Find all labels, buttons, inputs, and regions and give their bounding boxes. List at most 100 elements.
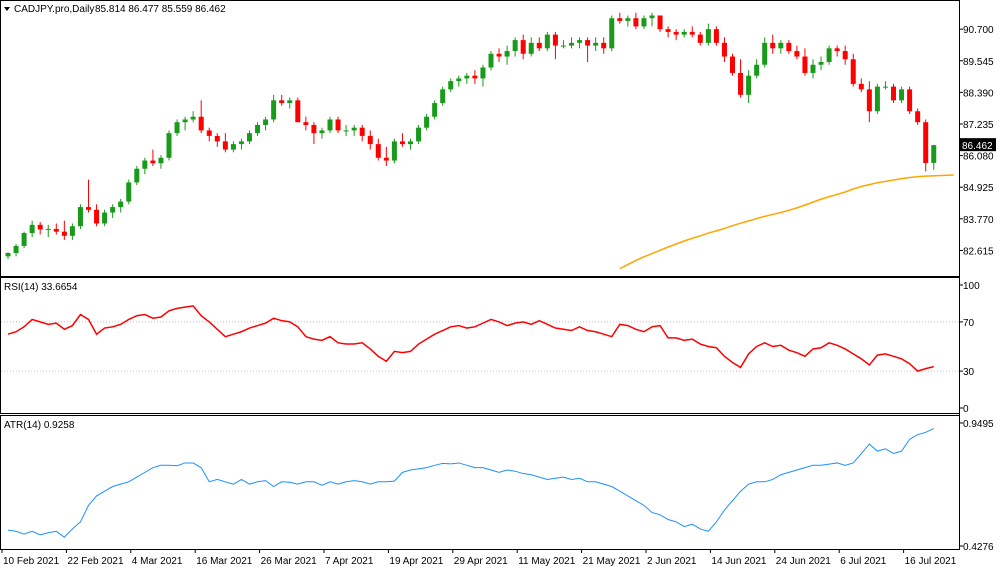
candle xyxy=(882,81,888,90)
candle-body xyxy=(601,42,607,49)
candle-body xyxy=(440,89,446,104)
candle-body xyxy=(424,116,430,128)
candle-body xyxy=(633,18,639,27)
candle-body xyxy=(810,64,816,73)
candle xyxy=(617,12,623,24)
candle xyxy=(850,53,856,87)
candle-body xyxy=(907,89,913,112)
candle-body xyxy=(681,31,687,35)
candle xyxy=(327,116,333,134)
candle xyxy=(472,70,478,84)
candle xyxy=(432,100,438,120)
time-tick-label: 22 Feb 2021 xyxy=(67,556,124,567)
current-price-marker: 86.462 xyxy=(960,138,996,152)
candle-body xyxy=(552,34,558,46)
chart-canvas[interactable]: CADJPY.pro,Daily 85.814 86.477 85.559 86… xyxy=(0,0,1000,569)
candle xyxy=(351,124,357,136)
candle-body xyxy=(577,40,583,43)
candle xyxy=(552,31,558,60)
candle-body xyxy=(118,201,124,208)
candle-body xyxy=(214,135,220,142)
candle-body xyxy=(802,56,808,73)
candle-body xyxy=(206,130,212,136)
candle xyxy=(874,83,880,114)
candle xyxy=(915,108,921,125)
candle-body xyxy=(134,168,140,183)
atr-axis-ticks: 0.9495 0.4276 xyxy=(959,419,994,553)
candle-body xyxy=(319,130,325,134)
candle-body xyxy=(818,62,824,65)
candle-body xyxy=(230,144,236,150)
candle-body xyxy=(77,207,83,227)
candle-body xyxy=(238,141,244,145)
price-tick-label: 83.770 xyxy=(963,215,994,226)
candle xyxy=(69,223,75,240)
candle-body xyxy=(923,122,929,163)
candle xyxy=(609,15,615,52)
price-tick-label: 88.390 xyxy=(963,88,994,99)
candle-body xyxy=(560,45,566,47)
candle xyxy=(247,130,252,145)
candle-body xyxy=(279,100,285,104)
candle xyxy=(391,138,397,164)
candle-body xyxy=(480,67,486,79)
candle-body xyxy=(126,182,132,202)
candle xyxy=(375,138,381,161)
candle-body xyxy=(166,133,172,158)
candle-body xyxy=(762,42,768,65)
candle xyxy=(585,37,591,62)
candle-body xyxy=(866,89,872,112)
candle xyxy=(182,116,188,131)
rsi-tick-label: 30 xyxy=(963,367,975,378)
candle xyxy=(359,124,365,142)
candle xyxy=(142,157,148,175)
rsi-tick-label: 100 xyxy=(963,281,980,292)
candle xyxy=(786,40,792,54)
candle-body xyxy=(45,228,51,230)
candle-body xyxy=(713,29,719,43)
candle-body xyxy=(182,119,188,123)
candle-body xyxy=(738,72,744,95)
rsi-tick-label: 0 xyxy=(963,404,969,415)
candle xyxy=(21,231,27,249)
candle xyxy=(593,37,599,52)
candle xyxy=(577,37,583,49)
candle xyxy=(657,15,663,32)
candle xyxy=(907,86,913,114)
symbol-label: CADJPY.pro,Daily xyxy=(14,4,94,15)
chart-window: CADJPY.pro,Daily 85.814 86.477 85.559 86… xyxy=(0,0,1000,569)
candle xyxy=(158,155,164,169)
rsi-axis-ticks: 100 70 30 0 xyxy=(1,281,980,415)
candle-body xyxy=(826,48,832,62)
candle-body xyxy=(625,18,631,21)
atr-title: ATR(14) 0.9258 xyxy=(4,420,75,431)
candle xyxy=(754,59,760,79)
time-tick-label: 24 Jun 2021 xyxy=(776,556,831,567)
candle xyxy=(29,220,35,238)
candle-body xyxy=(593,42,599,46)
price-tick-label: 90.700 xyxy=(963,25,994,36)
candle xyxy=(77,204,83,229)
price-tick-label: 89.545 xyxy=(963,57,994,68)
candle-body xyxy=(730,56,735,73)
candle-body xyxy=(882,86,888,88)
candle xyxy=(94,204,100,227)
candle xyxy=(230,141,236,153)
time-tick-label: 19 Apr 2021 xyxy=(389,556,443,567)
candle xyxy=(440,86,446,106)
rsi-title: RSI(14) 33.6654 xyxy=(4,282,78,293)
candle xyxy=(383,146,389,166)
candle-body xyxy=(915,111,921,123)
dropdown-triangle-icon[interactable] xyxy=(4,7,10,11)
price-tick-label: 84.925 xyxy=(963,183,994,194)
candle xyxy=(166,130,172,161)
candle-body xyxy=(673,31,679,35)
candle xyxy=(102,209,108,227)
candle xyxy=(923,119,929,172)
candle-body xyxy=(842,51,848,60)
candle-body xyxy=(69,226,75,236)
candle xyxy=(802,48,808,76)
candle xyxy=(818,56,824,71)
time-axis-ticks: 10 Feb 2021 22 Feb 2021 4 Mar 2021 16 Mar 2… xyxy=(1,549,957,567)
candle-body xyxy=(110,207,116,213)
